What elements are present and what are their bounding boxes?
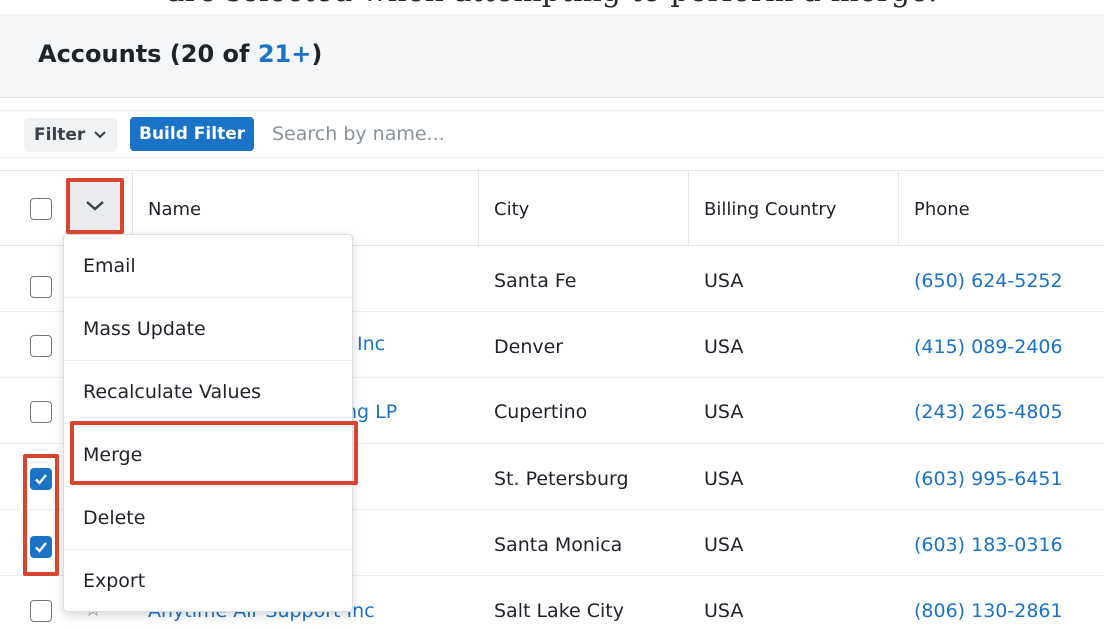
title-suffix: ) <box>311 40 323 68</box>
checkmark-icon <box>35 474 47 485</box>
menu-item-label: Mass Update <box>83 318 206 340</box>
search-input[interactable] <box>272 117 1092 151</box>
menu-item-label: Recalculate Values <box>83 381 262 403</box>
country-cell: USA <box>704 468 744 490</box>
phone-link[interactable]: (415) 089-2406 <box>914 336 1063 358</box>
filter-bar: Filter Build Filter <box>0 110 1104 158</box>
select-all-checkbox[interactable] <box>30 198 52 220</box>
city-cell: Cupertino <box>494 401 588 423</box>
total-count-link[interactable]: 21+ <box>258 40 312 68</box>
column-header-name[interactable]: Name <box>148 199 201 220</box>
row-checkbox[interactable] <box>30 468 52 490</box>
menu-item-delete[interactable]: Delete <box>64 487 354 550</box>
country-cell: USA <box>704 336 744 358</box>
checkmark-icon <box>35 542 47 553</box>
menu-item-email[interactable]: Email <box>64 235 354 298</box>
column-divider <box>478 171 479 247</box>
menu-item-label: Merge <box>83 444 143 466</box>
menu-item-recalculate-values[interactable]: Recalculate Values <box>64 361 354 424</box>
country-cell: USA <box>704 600 744 622</box>
page-title: Accounts (20 of 21+) <box>38 40 322 68</box>
menu-item-merge[interactable]: Merge <box>64 424 354 487</box>
column-header-city[interactable]: City <box>494 199 529 220</box>
row-checkbox[interactable] <box>30 335 52 357</box>
account-name-link[interactable]: Inc <box>357 333 385 355</box>
city-cell: St. Petersburg <box>494 468 629 490</box>
column-header-phone[interactable]: Phone <box>914 199 970 220</box>
phone-link[interactable]: (650) 624-5252 <box>914 270 1063 292</box>
city-cell: Santa Fe <box>494 270 577 292</box>
chevron-down-icon <box>86 201 104 211</box>
menu-item-label: Delete <box>83 507 146 529</box>
phone-link[interactable]: (603) 183-0316 <box>914 534 1063 556</box>
title-prefix: Accounts (20 of <box>38 40 258 68</box>
menu-item-label: Export <box>83 570 146 592</box>
row-checkbox[interactable] <box>30 600 52 622</box>
phone-link[interactable]: (806) 130-2861 <box>914 600 1063 622</box>
list-header: Accounts (20 of 21+) <box>0 14 1104 98</box>
column-header-billing-country[interactable]: Billing Country <box>704 199 836 220</box>
city-cell: Denver <box>494 336 564 358</box>
country-cell: USA <box>704 270 744 292</box>
country-cell: USA <box>704 534 744 556</box>
city-cell: Salt Lake City <box>494 600 624 622</box>
row-checkbox[interactable] <box>30 536 52 558</box>
phone-link[interactable]: (603) 995-6451 <box>914 468 1063 490</box>
column-divider <box>898 171 899 247</box>
row-checkbox[interactable] <box>30 276 52 298</box>
build-filter-button[interactable]: Build Filter <box>130 117 255 151</box>
menu-item-export[interactable]: Export <box>64 550 354 613</box>
menu-item-label: Email <box>83 255 136 277</box>
filter-dropdown[interactable]: Filter <box>24 118 118 152</box>
menu-item-mass-update[interactable]: Mass Update <box>64 298 354 361</box>
document-text: are selected when attempting to perform … <box>0 0 1104 9</box>
mass-actions-dropdown-button[interactable] <box>70 182 120 230</box>
city-cell: Santa Monica <box>494 534 623 556</box>
country-cell: USA <box>704 401 744 423</box>
phone-link[interactable]: (243) 265-4805 <box>914 401 1063 423</box>
column-divider <box>688 171 689 247</box>
chevron-down-icon <box>94 131 107 139</box>
row-checkbox[interactable] <box>30 401 52 423</box>
filter-label: Filter <box>34 125 86 145</box>
mass-actions-menu: Email Mass Update Recalculate Values Mer… <box>63 234 354 613</box>
